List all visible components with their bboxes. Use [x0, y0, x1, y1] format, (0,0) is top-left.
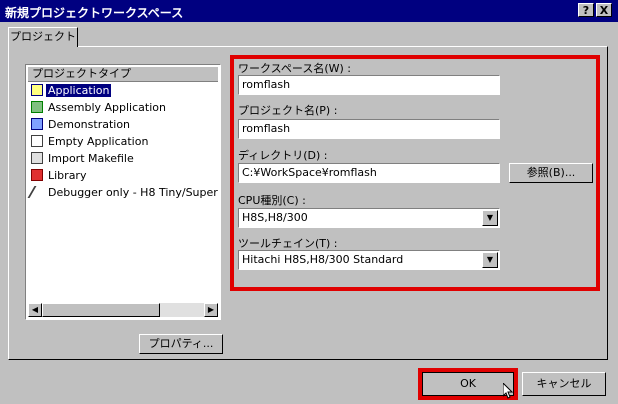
scroll-right-icon[interactable]: ▶ [204, 303, 218, 317]
workspace-name-label: ワークスペース名(W) : [238, 62, 352, 75]
list-item-debugger-only[interactable]: Debugger only - H8 Tiny/Super L [27, 185, 220, 201]
list-item-assembly-application[interactable]: Assembly Application [28, 100, 220, 116]
close-button[interactable]: X [596, 3, 612, 17]
import-makefile-icon [31, 152, 43, 164]
list-item-empty-application[interactable]: Empty Application [28, 134, 220, 150]
library-icon [31, 169, 43, 181]
list-item-demonstration[interactable]: Demonstration [28, 117, 220, 133]
cpu-type-select[interactable]: H8S,H8/300 ▼ [238, 208, 500, 228]
debugger-icon [27, 186, 47, 198]
toolchain-select[interactable]: Hitachi H8S,H8/300 Standard ▼ [238, 250, 500, 270]
project-type-list[interactable]: プロジェクトタイプ Application Assembly Applicati… [25, 64, 221, 320]
toolchain-label: ツールチェイン(T) : [238, 237, 338, 250]
directory-label: ディレクトリ(D) : [238, 149, 328, 162]
chevron-down-icon[interactable]: ▼ [482, 252, 498, 268]
list-item-import-makefile[interactable]: Import Makefile [28, 151, 220, 167]
workspace-name-field[interactable]: romflash [238, 75, 500, 95]
demonstration-icon [31, 118, 43, 130]
tab-project[interactable]: プロジェクト [8, 27, 78, 47]
horizontal-scrollbar[interactable]: ◀ ▶ [28, 303, 218, 317]
scroll-thumb[interactable] [42, 303, 160, 317]
mouse-cursor-icon [503, 383, 513, 399]
cancel-button[interactable]: キャンセル [522, 372, 606, 396]
empty-application-icon [31, 135, 43, 147]
help-button[interactable]: ? [578, 3, 594, 17]
ok-button[interactable]: OK [422, 372, 514, 396]
tab-project-label: プロジェクト [10, 30, 76, 43]
list-item-application[interactable]: Application [28, 83, 220, 99]
project-name-label: プロジェクト名(P) : [238, 104, 338, 117]
cpu-type-value: H8S,H8/300 [242, 211, 308, 224]
scroll-left-icon[interactable]: ◀ [28, 303, 42, 317]
window-title: 新規プロジェクトワークスペース [5, 6, 184, 20]
assembly-icon [31, 101, 43, 113]
cpu-type-label: CPU種別(C) : [238, 194, 306, 207]
chevron-down-icon[interactable]: ▼ [482, 210, 498, 226]
browse-button[interactable]: 参照(B)... [509, 163, 593, 183]
application-icon [31, 84, 43, 96]
list-item-library[interactable]: Library [28, 168, 220, 184]
properties-button[interactable]: プロパティ... [139, 334, 223, 354]
project-name-field[interactable]: romflash [238, 119, 500, 139]
toolchain-value: Hitachi H8S,H8/300 Standard [242, 253, 404, 266]
directory-field[interactable]: C:¥WorkSpace¥romflash [238, 163, 500, 183]
title-bar: 新規プロジェクトワークスペース ? X [0, 0, 618, 22]
project-type-header: プロジェクトタイプ [28, 67, 218, 82]
